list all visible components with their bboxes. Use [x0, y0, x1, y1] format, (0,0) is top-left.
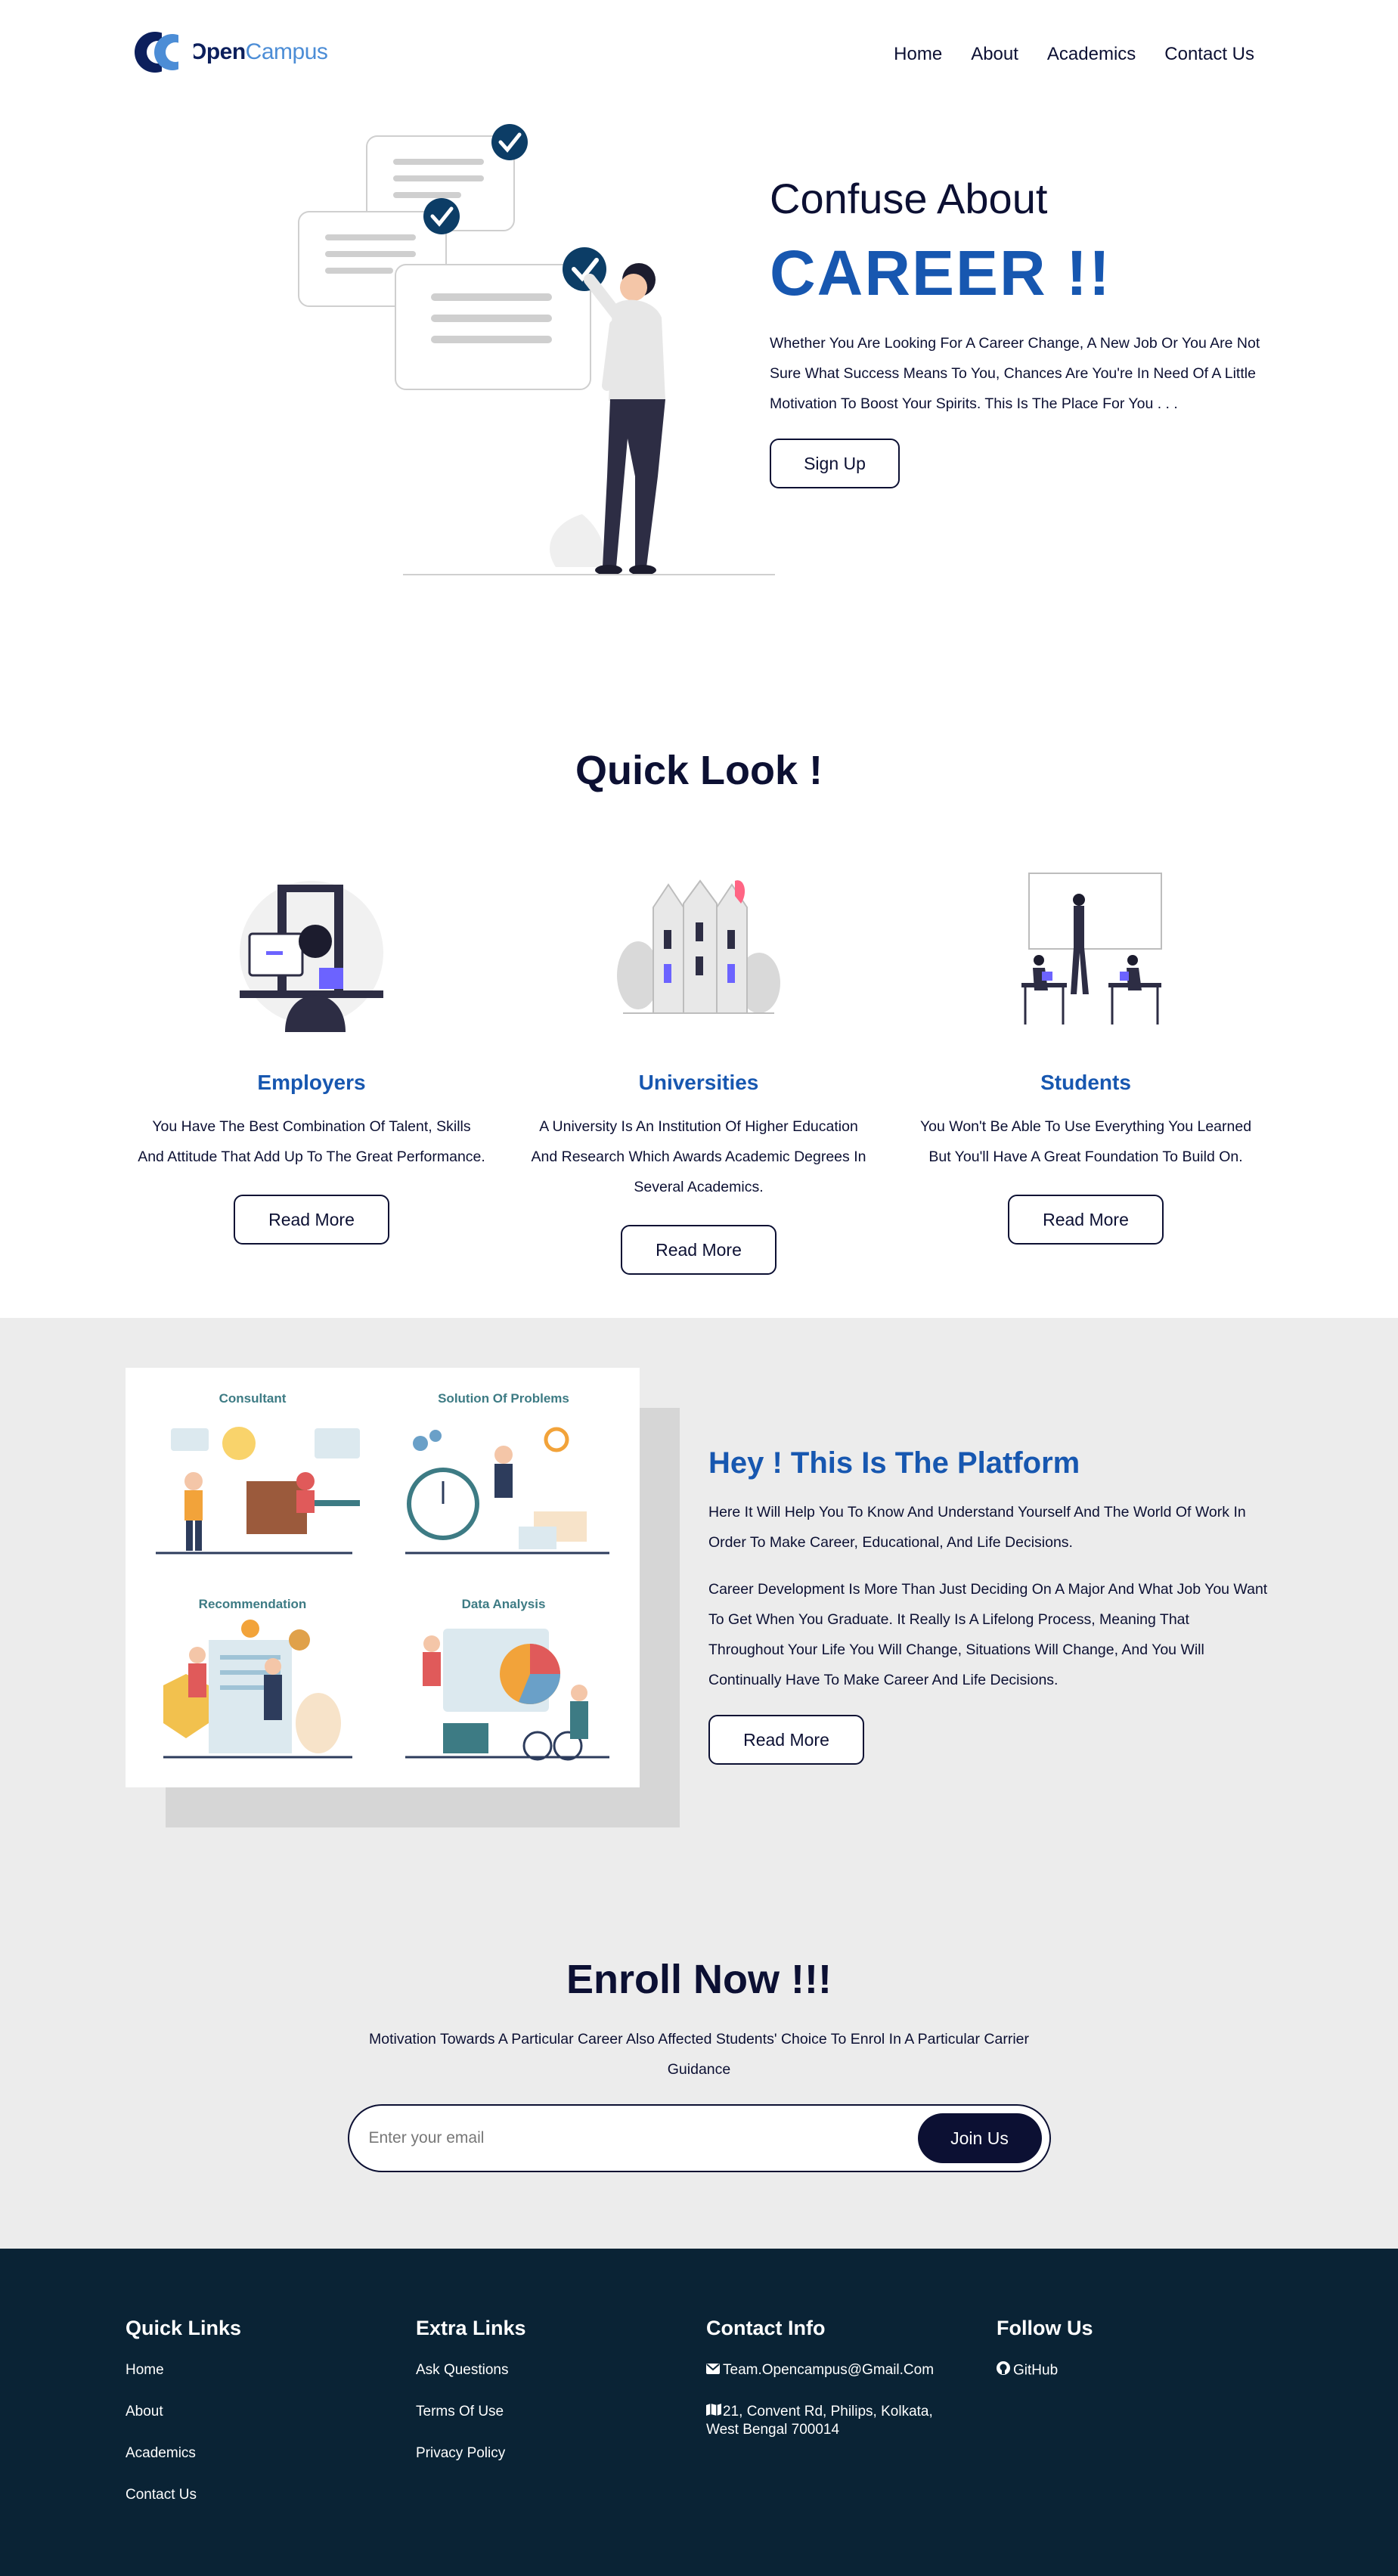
footer-contact-title: Contact Info [706, 2317, 826, 2339]
quick-look-section: Quick Look ! Employers You Have The Best… [0, 711, 1398, 1318]
quick-look-title: Quick Look ! [575, 748, 823, 793]
enroll-description: Motivation Towards A Particular Career A… [369, 2031, 1029, 2078]
card-employers: Employers You Have The Best Combination … [138, 862, 485, 1245]
footer-follow-us: Follow Us GitHub [997, 2317, 1269, 2404]
footer-email[interactable]: Team.Opencampus@Gmail.Com [706, 2361, 978, 2379]
footer-extra-links-title: Extra Links [416, 2317, 526, 2339]
footer-link-ask-questions[interactable]: Ask Questions [416, 2361, 688, 2379]
platform-read-more-button[interactable]: Read More [708, 1715, 864, 1765]
employer-illustration [221, 862, 402, 1036]
platform-title: Hey ! This Is The Platform [708, 1446, 1080, 1480]
card-title: Students [1040, 1071, 1131, 1094]
image-label-solution: Solution Of Problems [438, 1391, 569, 1406]
card-description: A University Is An Institution Of Higher… [531, 1118, 866, 1195]
card-title: Employers [257, 1071, 366, 1094]
university-illustration [608, 862, 789, 1036]
footer-link-contact-us[interactable]: Contact Us [126, 2486, 398, 2504]
image-label-recommendation: Recommendation [199, 1597, 307, 1611]
footer-extra-links: Extra Links Ask Questions Terms Of Use P… [416, 2317, 688, 2486]
footer-github-link[interactable]: GitHub [997, 2361, 1269, 2380]
sign-up-button[interactable]: Sign Up [770, 439, 900, 488]
envelope-icon [706, 2361, 723, 2379]
enroll-title: Enroll Now !!! [566, 1957, 832, 2002]
email-input[interactable] [368, 2122, 853, 2154]
nav-about[interactable]: About [971, 44, 1018, 65]
footer-link-privacy[interactable]: Privacy Policy [416, 2444, 688, 2463]
hero-subtitle: Confuse About [770, 175, 1048, 222]
footer-link-home[interactable]: Home [126, 2361, 398, 2379]
footer-address: 21, Convent Rd, Philips, Kolkata, West B… [706, 2403, 963, 2439]
employers-read-more-button[interactable]: Read More [234, 1195, 389, 1245]
students-read-more-button[interactable]: Read More [1008, 1195, 1164, 1245]
universities-read-more-button[interactable]: Read More [621, 1225, 776, 1275]
enroll-section: Enroll Now !!! Motivation Towards A Part… [0, 1956, 1398, 2172]
nav-academics[interactable]: Academics [1047, 44, 1136, 65]
logo-icon [133, 26, 194, 79]
hero-title: CAREER !! [770, 237, 1111, 308]
students-illustration [995, 862, 1176, 1036]
image-label-data-analysis: Data Analysis [462, 1597, 546, 1611]
footer-link-academics[interactable]: Academics [126, 2444, 398, 2463]
nav-contact-us[interactable]: Contact Us [1164, 44, 1254, 65]
brand-name: OpenCampus [189, 39, 328, 64]
footer-link-terms[interactable]: Terms Of Use [416, 2403, 688, 2421]
image-label-consultant: Consultant [219, 1391, 287, 1406]
main-nav: Home About Academics Contact Us [894, 44, 1254, 65]
logo[interactable]: OpenCampus [133, 26, 328, 79]
footer-link-about[interactable]: About [126, 2403, 398, 2421]
hero-section: Confuse About CAREER !! Whether You Are … [0, 113, 1398, 711]
platform-paragraph-1: Here It Will Help You To Know And Unders… [708, 1504, 1246, 1551]
footer-quick-links: Quick Links Home About Academics Contact… [126, 2317, 398, 2528]
footer-contact-info: Contact Info Team.Opencampus@Gmail.Com 2… [706, 2317, 978, 2463]
card-title: Universities [638, 1071, 759, 1094]
hero-content: Confuse About CAREER !! Whether You Are … [770, 174, 1261, 488]
footer-github-text: GitHub [1013, 2362, 1059, 2379]
nav-home[interactable]: Home [894, 44, 942, 65]
card-description: You Have The Best Combination Of Talent,… [138, 1118, 485, 1165]
footer: Quick Links Home About Academics Contact… [0, 2249, 1398, 2576]
footer-follow-title: Follow Us [997, 2317, 1093, 2339]
card-universities: Universities A University Is An Institut… [525, 862, 873, 1275]
header: OpenCampus Home About Academics Contact … [0, 0, 1398, 113]
card-students: Students You Won't Be Able To Use Everyt… [912, 862, 1260, 1245]
platform-section: Consultant Solution Of Problems Recommen… [0, 1318, 1398, 2249]
footer-quick-links-title: Quick Links [126, 2317, 242, 2339]
platform-content: Hey ! This Is The Platform Here It Will … [708, 1446, 1268, 1765]
map-icon [706, 2403, 723, 2421]
hero-description: Whether You Are Looking For A Career Cha… [770, 335, 1260, 412]
footer-email-text: Team.Opencampus@Gmail.Com [723, 2362, 935, 2379]
platform-image: Consultant Solution Of Problems Recommen… [126, 1368, 640, 1787]
hero-illustration [291, 121, 775, 582]
github-icon [997, 2361, 1013, 2380]
check-icon [491, 124, 528, 160]
card-description: You Won't Be Able To Use Everything You … [919, 1118, 1252, 1165]
footer-address-text: 21, Convent Rd, Philips, Kolkata, West B… [706, 2404, 933, 2438]
platform-paragraph-2: Career Development Is More Than Just Dec… [708, 1581, 1268, 1688]
join-us-button[interactable]: Join Us [917, 2113, 1042, 2163]
enroll-form: Join Us [347, 2104, 1051, 2172]
